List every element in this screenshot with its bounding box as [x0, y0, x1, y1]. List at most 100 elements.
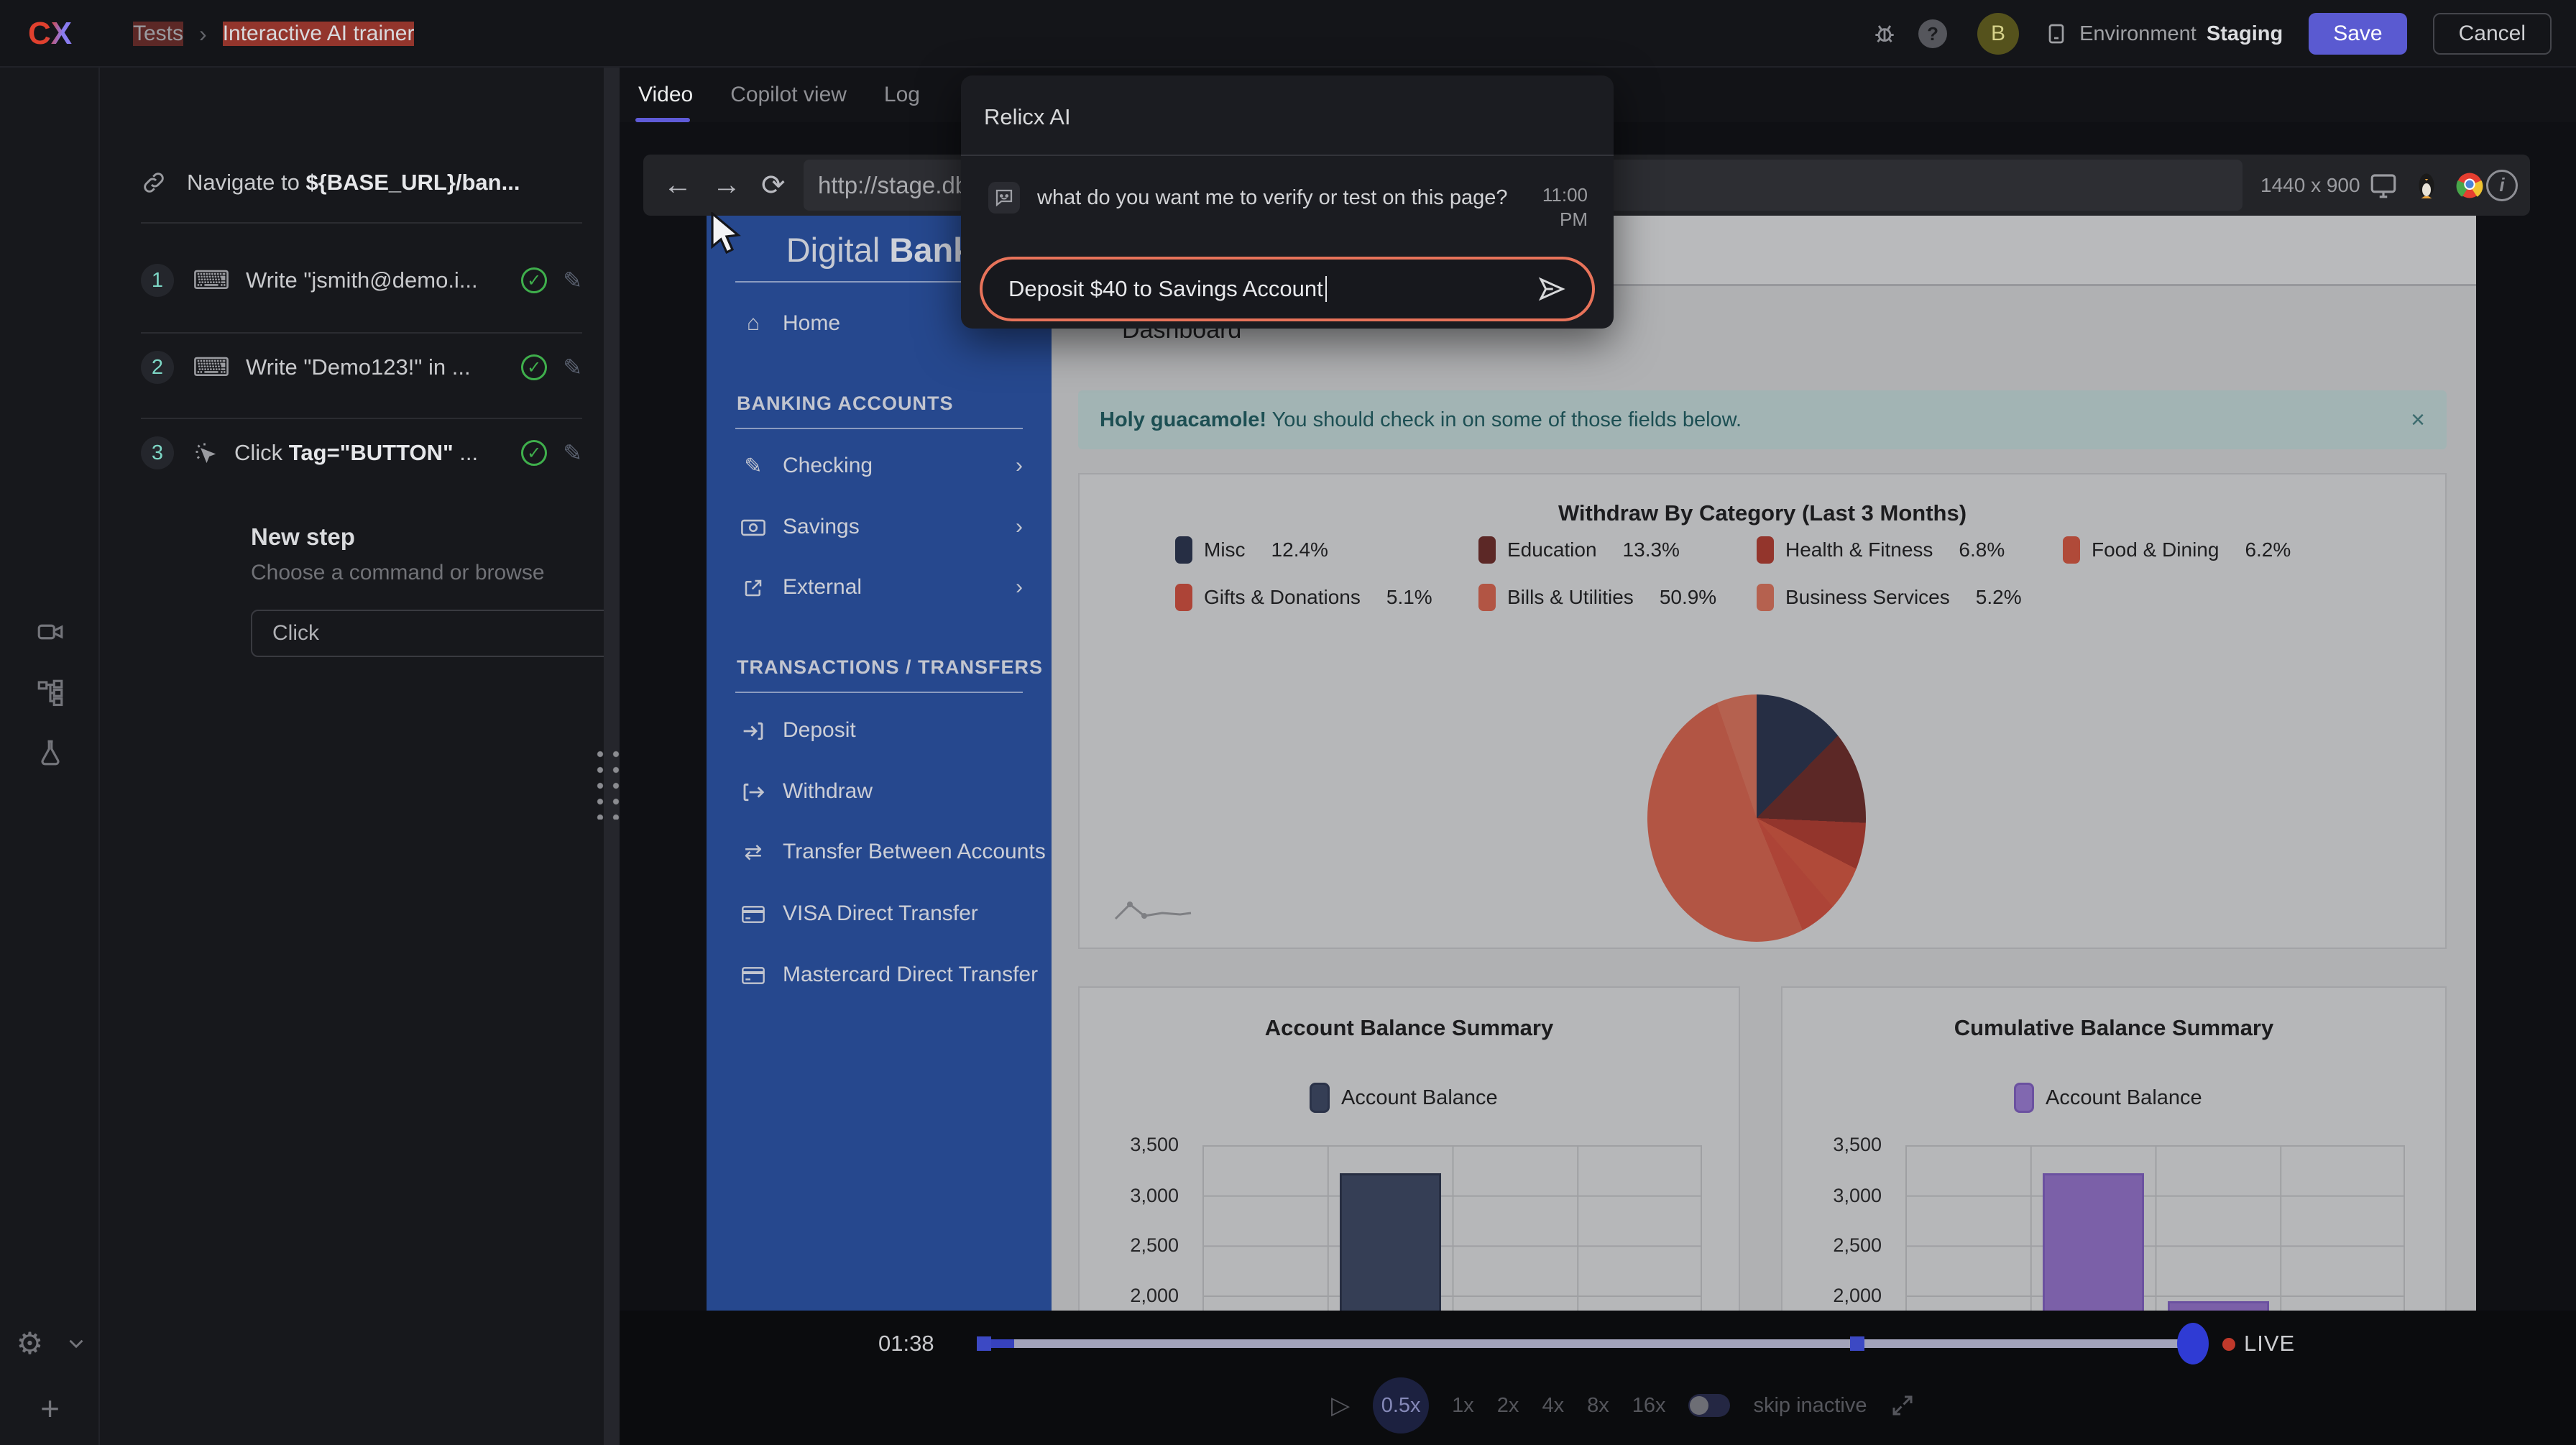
speed-4x-button[interactable]: 4x: [1542, 1394, 1564, 1418]
account-balance-bar: [1340, 1173, 1441, 1311]
chat-bubble-icon: [988, 182, 1020, 214]
ai-command-input[interactable]: Deposit $40 to Savings Account: [980, 257, 1595, 321]
y-tick: 2,500: [1795, 1234, 1882, 1257]
step-row-1[interactable]: 1 ⌨ Write "jsmith@demo.i... ✓ ✎: [141, 260, 582, 301]
bank-nav-mastercard-transfer[interactable]: Mastercard Direct Transfer: [707, 953, 1052, 996]
cancel-button[interactable]: Cancel: [2433, 13, 2552, 55]
progress-event-marker[interactable]: [1850, 1336, 1864, 1351]
step-number: 1: [141, 264, 174, 297]
toggle-knob: [1690, 1396, 1708, 1415]
edit-pencil-icon[interactable]: ✎: [563, 354, 582, 381]
step-success-icon: ✓: [521, 354, 547, 380]
cumulative-balance-bar-1: [2043, 1173, 2144, 1311]
browser-forward-icon[interactable]: →: [712, 169, 741, 201]
add-plus-icon[interactable]: +: [0, 1389, 100, 1428]
live-dot-icon: [2222, 1338, 2235, 1351]
save-button[interactable]: Save: [2309, 13, 2406, 55]
bar-chart-title: Account Balance Summary: [1080, 1015, 1739, 1041]
cursor-click-icon: [193, 440, 218, 466]
step-row-3[interactable]: 3 Click Tag="BUTTON" ... ✓ ✎: [141, 433, 582, 473]
tab-copilot-view[interactable]: Copilot view: [730, 83, 847, 107]
speed-8x-button[interactable]: 8x: [1587, 1394, 1609, 1418]
new-step-subtitle: Choose a command or browse: [251, 561, 545, 585]
command-select-value: Click: [272, 621, 319, 646]
app-logo[interactable]: CX: [0, 0, 100, 68]
breadcrumb: Tests › Interactive AI trainer: [133, 0, 414, 68]
experiments-flask-icon[interactable]: [0, 738, 100, 768]
environment-selector[interactable]: Environment Staging: [2043, 21, 2283, 47]
account-balance-panel: Account Balance Summary Account Balance …: [1078, 986, 1740, 1311]
shuffle-icon: ⇄: [737, 840, 770, 865]
bank-sidebar: Digital Bank ⌂ Home BANKING ACCOUNTS ✎ C…: [707, 216, 1052, 1311]
bank-nav-deposit[interactable]: Deposit: [707, 709, 1052, 752]
header-actions: ? B Environment Staging Save Cancel: [1871, 0, 2552, 68]
legend-swatch: [1175, 536, 1192, 564]
breadcrumb-tests[interactable]: Tests: [133, 22, 183, 46]
legend-item: Bills & Utilities50.9%: [1478, 584, 1716, 611]
alert-close-icon[interactable]: ×: [2411, 406, 2425, 434]
fullscreen-icon[interactable]: [1890, 1393, 1915, 1418]
legend-swatch: [1175, 584, 1192, 611]
monitor-icon[interactable]: [2368, 155, 2398, 216]
user-avatar[interactable]: B: [1977, 13, 2019, 55]
skip-inactive-toggle[interactable]: [1688, 1394, 1730, 1417]
tab-log[interactable]: Log: [884, 83, 920, 107]
progress-bar[interactable]: [981, 1339, 2198, 1348]
cumulative-balance-panel: Cumulative Balance Summary Account Balan…: [1781, 986, 2447, 1311]
browser-back-icon[interactable]: ←: [663, 169, 692, 201]
speed-0.5x-button[interactable]: 0.5x: [1373, 1377, 1429, 1433]
step-number: 2: [141, 351, 174, 384]
edit-pencil-icon[interactable]: ✎: [563, 439, 582, 467]
left-icon-rail: ⚙ +: [0, 68, 100, 1445]
top-header: CX Tests › Interactive AI trainer ? B En…: [0, 0, 2576, 68]
link-icon: [141, 170, 167, 196]
external-link-icon: [737, 575, 770, 600]
y-tick: 3,000: [1092, 1185, 1179, 1207]
progress-start-marker[interactable]: [977, 1336, 991, 1351]
bank-nav-visa-transfer[interactable]: VISA Direct Transfer: [707, 892, 1052, 935]
step-text: Write "Demo123!" in ...: [246, 354, 471, 380]
device-icon: [2043, 21, 2069, 47]
url-text: http://stage.dba: [818, 172, 982, 199]
divider: [141, 418, 582, 419]
breadcrumb-current: Interactive AI trainer: [223, 22, 415, 46]
workflow-icon[interactable]: [0, 677, 100, 707]
playback-controls: ▷ 0.5x 1x 2x 4x 8x 16x skip inactive: [1331, 1377, 1915, 1434]
cx-logo-icon: CX: [28, 16, 72, 52]
panel-resize-handle[interactable]: [604, 68, 620, 1445]
bank-nav-transfer[interactable]: ⇄ Transfer Between Accounts: [707, 830, 1052, 873]
keyboard-icon: ⌨: [193, 265, 230, 295]
live-label: LIVE: [2244, 1331, 2295, 1357]
progress-playhead[interactable]: [2177, 1323, 2209, 1364]
playback-time: 01:38: [878, 1331, 934, 1357]
bank-nav-savings[interactable]: Savings›: [707, 505, 1052, 549]
bank-nav-checking[interactable]: ✎ Checking›: [707, 444, 1052, 487]
send-icon[interactable]: [1537, 275, 1566, 303]
tab-video[interactable]: Video: [638, 83, 693, 107]
step-success-icon: ✓: [521, 267, 547, 293]
legend-swatch: [1478, 584, 1496, 611]
y-tick: 2,000: [1092, 1285, 1179, 1307]
help-icon[interactable]: ?: [1918, 19, 1947, 48]
bank-nav-withdraw[interactable]: Withdraw: [707, 770, 1052, 813]
pie-chart-title: Withdraw By Category (Last 3 Months): [1080, 500, 2445, 526]
bank-nav-external[interactable]: External›: [707, 566, 1052, 609]
keyboard-icon: ⌨: [193, 352, 230, 382]
navigate-step-row[interactable]: Navigate to ${BASE_URL}/ban...: [141, 162, 582, 203]
bug-icon[interactable]: [1871, 20, 1898, 47]
speed-1x-button[interactable]: 1x: [1452, 1394, 1474, 1418]
divider: [141, 332, 582, 334]
browser-reload-icon[interactable]: ⟳: [761, 169, 786, 202]
new-step-title: New step: [251, 523, 355, 551]
recordings-camera-icon[interactable]: [0, 617, 100, 647]
info-icon[interactable]: i: [2486, 155, 2518, 216]
speed-2x-button[interactable]: 2x: [1497, 1394, 1519, 1418]
bar-chart-plot: [1202, 1145, 1702, 1311]
legend-swatch: [1757, 536, 1774, 564]
speed-16x-button[interactable]: 16x: [1632, 1394, 1666, 1418]
divider: [735, 692, 1023, 693]
step-row-2[interactable]: 2 ⌨ Write "Demo123!" in ... ✓ ✎: [141, 347, 582, 387]
play-icon[interactable]: ▷: [1331, 1391, 1350, 1420]
chart-legend: Account Balance: [1310, 1083, 1498, 1113]
edit-pencil-icon[interactable]: ✎: [563, 267, 582, 294]
